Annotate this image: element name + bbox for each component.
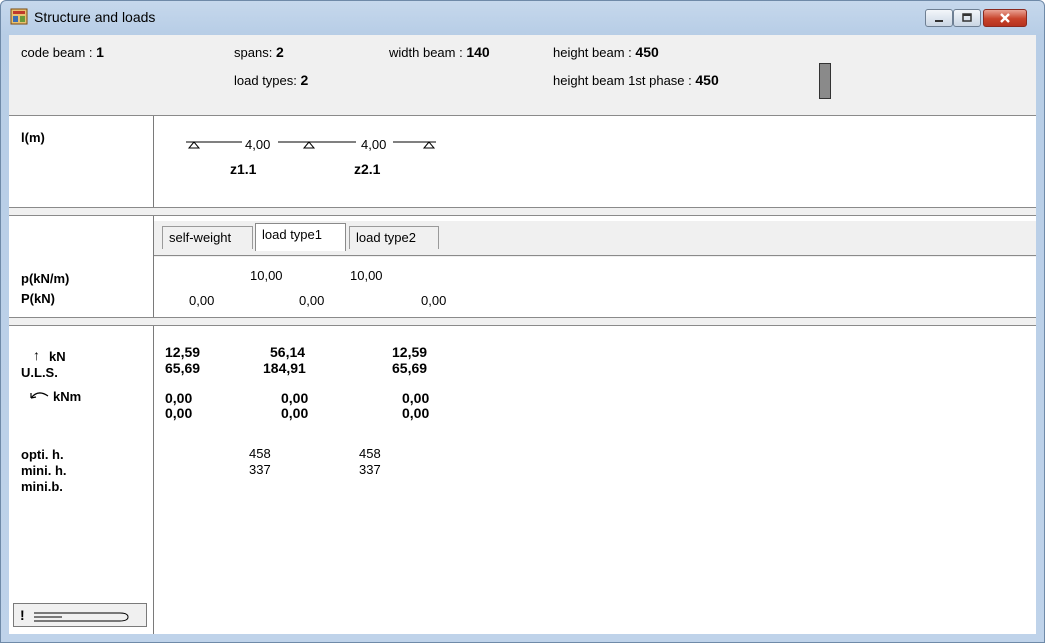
title-bar[interactable]: Structure and loads: [1, 1, 1044, 35]
moment-3-row2: 0,00: [402, 405, 430, 421]
minimize-button[interactable]: [925, 9, 953, 27]
window-title: Structure and loads: [34, 9, 156, 25]
moment-1-row1: 0,00: [165, 390, 193, 406]
reaction-3-row2: 65,69: [392, 360, 428, 376]
beam-header: code beam : 1 spans: 2 load types: 2 wid…: [9, 35, 1036, 116]
moment-2-row1: 0,00: [281, 390, 309, 406]
P-value-2[interactable]: 0,00: [299, 293, 324, 308]
reaction-1-row1: 12,59: [165, 344, 201, 360]
opti-h-value-2: 458: [359, 446, 381, 461]
knm-label: kNm: [53, 389, 82, 404]
moment-1-row2: 0,00: [165, 405, 193, 421]
support-3-icon: [422, 141, 436, 149]
mini-h-value-2: 337: [359, 462, 381, 477]
close-icon: [1000, 13, 1010, 23]
width-beam-value: 140: [466, 44, 490, 60]
height-beam: height beam : 450: [553, 44, 659, 60]
minimize-icon: [935, 20, 943, 22]
span-length-2[interactable]: 4,00: [361, 137, 386, 152]
beam-section-icon: [819, 63, 831, 99]
moment-3-row1: 0,00: [402, 390, 430, 406]
moment-2-row2: 0,00: [281, 405, 309, 421]
P-load-label: P(kN): [21, 291, 55, 306]
exclamation-icon: !: [20, 607, 25, 623]
reaction-2-row1: 56,14: [270, 344, 306, 360]
structure-loads-window: Structure and loads code beam : 1 spans:…: [0, 0, 1045, 643]
mini-h-value-1: 337: [249, 462, 271, 477]
load-types: load types: 2: [234, 72, 308, 88]
tab-load-type1[interactable]: load type1: [255, 223, 346, 251]
width-beam: width beam : 140: [389, 44, 490, 60]
mini-h-label: mini. h.: [21, 463, 67, 478]
spans: spans: 2: [234, 44, 284, 60]
section-divider: [9, 207, 1036, 216]
tab-underline: [154, 255, 1036, 256]
up-arrow-icon: ↑: [33, 347, 40, 363]
close-button[interactable]: [983, 9, 1027, 27]
height-beam-value: 450: [635, 44, 659, 60]
span-name-2: z2.1: [354, 161, 381, 177]
beam-shape-icon: [34, 612, 129, 622]
support-1-icon: [187, 141, 201, 149]
P-value-3[interactable]: 0,00: [421, 293, 446, 308]
code-beam-label: code beam :: [21, 45, 93, 60]
opti-h-value-1: 458: [249, 446, 271, 461]
P-value-1[interactable]: 0,00: [189, 293, 214, 308]
reaction-1-row2: 65,69: [165, 360, 201, 376]
width-beam-label: width beam :: [389, 45, 463, 60]
height-beam-1st-value: 450: [695, 72, 719, 88]
span-name-1: z1.1: [230, 161, 257, 177]
reaction-2-row2: 184,91: [263, 360, 306, 376]
p-value-span1[interactable]: 10,00: [250, 268, 283, 283]
beam-diagram: [186, 141, 436, 149]
section-divider: [9, 317, 1036, 326]
uls-label: U.L.S.: [21, 365, 58, 380]
client-area: code beam : 1 spans: 2 load types: 2 wid…: [9, 35, 1036, 634]
load-tabs: self-weight load type1 load type2: [154, 221, 1036, 257]
app-icon: [10, 8, 28, 25]
support-2-icon: [302, 141, 316, 149]
code-beam: code beam : 1: [21, 44, 104, 60]
maximize-button[interactable]: [953, 9, 981, 27]
spans-label: spans:: [234, 45, 273, 60]
moment-arrow-icon: [30, 392, 49, 399]
options-button[interactable]: !: [13, 603, 147, 627]
tab-self-weight[interactable]: self-weight: [162, 226, 253, 249]
maximize-icon: [962, 13, 972, 22]
height-beam-label: height beam :: [553, 45, 632, 60]
tab-load-type2[interactable]: load type2: [349, 226, 439, 249]
height-beam-1st: height beam 1st phase : 450: [553, 72, 719, 88]
spans-value: 2: [275, 44, 284, 60]
p-value-span2[interactable]: 10,00: [350, 268, 383, 283]
mini-b-label: mini.b.: [21, 479, 63, 494]
reaction-3-row1: 12,59: [392, 344, 428, 360]
span-length-label: l(m): [21, 130, 45, 145]
load-types-value: 2: [300, 72, 309, 88]
height-beam-1st-label: height beam 1st phase :: [553, 73, 692, 88]
p-load-label: p(kN/m): [21, 271, 70, 286]
code-beam-value: 1: [96, 44, 104, 60]
kn-label: kN: [49, 349, 66, 364]
span-length-1[interactable]: 4,00: [245, 137, 270, 152]
load-types-label: load types:: [234, 73, 297, 88]
opti-h-label: opti. h.: [21, 447, 64, 462]
